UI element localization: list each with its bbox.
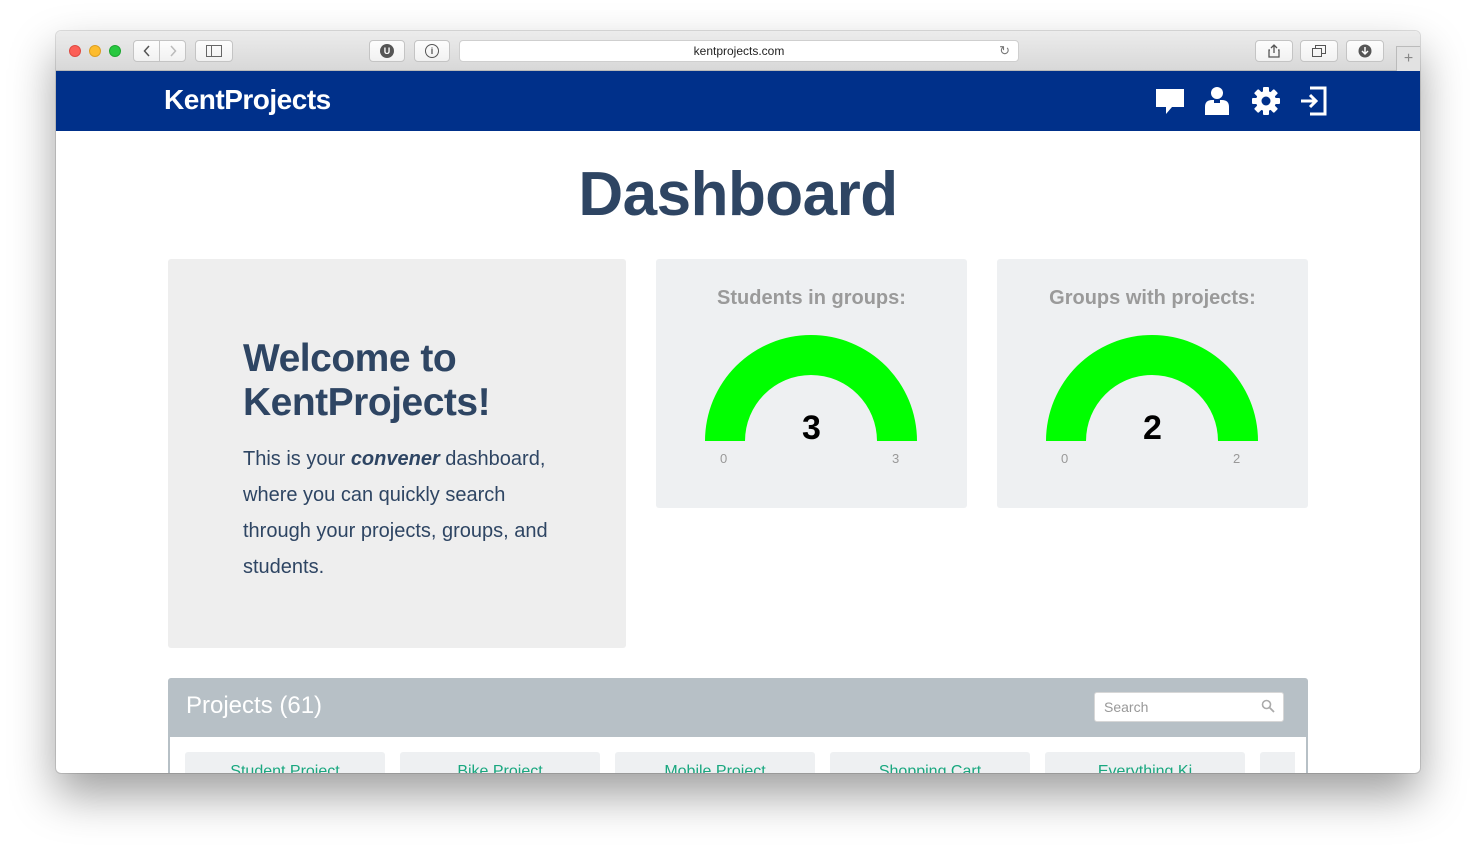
project-tiles: Student Project Bike Project Mobile Proj…: [185, 752, 1295, 773]
maximize-window-button[interactable]: [109, 45, 121, 57]
gauge-max: 3: [892, 451, 900, 466]
page-title: Dashboard: [578, 160, 898, 229]
app-header: KentProjects: [56, 71, 1420, 131]
projects-panel: Projects (61) Student Project Bike Proje…: [168, 678, 1308, 773]
welcome-title: Welcome to KentProjects!: [243, 337, 491, 424]
gauge-min: 0: [720, 451, 728, 466]
user-icon[interactable]: [1202, 86, 1232, 116]
downloads-button[interactable]: [1346, 40, 1384, 62]
gauge-max: 2: [1233, 451, 1241, 466]
browser-window: U i kentprojects.com ↻ + KentProjects Da…: [56, 31, 1420, 773]
sidebar-icon: [206, 45, 222, 57]
gauge-value: 3: [802, 409, 821, 447]
back-button[interactable]: [133, 40, 160, 62]
project-tile[interactable]: [1260, 752, 1295, 773]
browser-toolbar: U i kentprojects.com ↻: [56, 31, 1420, 71]
url-text: kentprojects.com: [693, 44, 785, 58]
reload-icon[interactable]: ↻: [999, 43, 1010, 59]
gauge-min: 0: [1061, 451, 1069, 466]
close-window-button[interactable]: [69, 45, 81, 57]
share-button[interactable]: [1255, 40, 1293, 62]
welcome-role: convener: [350, 448, 440, 470]
sidebar-toggle-button[interactable]: [195, 40, 233, 62]
gear-icon[interactable]: [1251, 86, 1281, 116]
share-icon: [1268, 44, 1280, 58]
welcome-card: Welcome to KentProjects! This is your co…: [168, 259, 626, 648]
search-box: [1094, 692, 1284, 722]
forward-button[interactable]: [159, 40, 186, 62]
minimize-window-button[interactable]: [89, 45, 101, 57]
project-tile[interactable]: Mobile Project: [615, 752, 815, 773]
chevron-right-icon: [169, 45, 177, 57]
gauge-value: 2: [1143, 409, 1162, 447]
groups-with-projects-card: Groups with projects: 2 0 2: [997, 259, 1308, 508]
brand-logo[interactable]: KentProjects: [164, 84, 331, 116]
new-tab-button[interactable]: +: [1396, 46, 1420, 71]
welcome-text: This is your convener dashboard, where y…: [243, 441, 573, 585]
chevron-left-icon: [142, 45, 150, 57]
download-icon: [1358, 44, 1372, 58]
chat-icon[interactable]: [1155, 86, 1185, 116]
stat-label: Students in groups:: [717, 287, 906, 309]
extension-button-info[interactable]: i: [414, 40, 450, 62]
project-tile[interactable]: Shopping Cart: [830, 752, 1030, 773]
projects-header: Projects (61): [170, 680, 1306, 737]
welcome-text-part: This is your: [243, 448, 351, 470]
students-in-groups-card: Students in groups: 3 0 3: [656, 259, 967, 508]
stat-label: Groups with projects:: [1049, 287, 1256, 309]
extension-button-u[interactable]: U: [369, 40, 405, 62]
logout-icon[interactable]: [1298, 86, 1328, 116]
info-icon: i: [425, 44, 439, 58]
search-icon[interactable]: [1261, 699, 1275, 713]
tabs-icon: [1312, 45, 1326, 57]
project-tile[interactable]: Everything Ki: [1045, 752, 1245, 773]
address-bar[interactable]: kentprojects.com ↻: [459, 40, 1019, 62]
search-input[interactable]: [1095, 693, 1264, 721]
projects-title: Projects (61): [186, 692, 323, 719]
extension-u-icon: U: [380, 44, 394, 58]
project-tile[interactable]: Student Project: [185, 752, 385, 773]
project-tile[interactable]: Bike Project: [400, 752, 600, 773]
tab-overview-button[interactable]: [1300, 40, 1338, 62]
